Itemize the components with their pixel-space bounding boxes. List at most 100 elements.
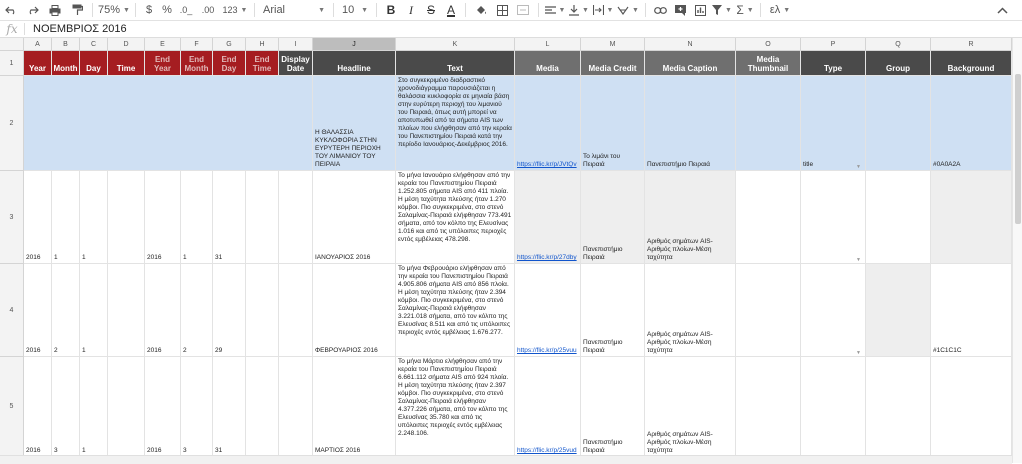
- row2-media-caption[interactable]: Πανεπιστήμιο Πειραιά: [645, 76, 736, 171]
- header-type[interactable]: Type: [801, 51, 866, 76]
- row5-text[interactable]: Το μήνα Μάρτιο ελήφθησαν από την κεραία …: [396, 357, 515, 457]
- header-end-time[interactable]: End Time: [246, 51, 279, 76]
- column-header-r[interactable]: R: [931, 38, 1012, 51]
- row5-day[interactable]: 1: [80, 357, 108, 457]
- paint-format-icon[interactable]: [66, 0, 88, 20]
- row3-end-year[interactable]: 2016: [145, 171, 181, 264]
- comment-icon[interactable]: [670, 0, 690, 20]
- row4-time[interactable]: [108, 264, 145, 357]
- row5-headline[interactable]: ΜΑΡΤΙΟΣ 2016: [313, 357, 396, 457]
- media-link[interactable]: https://flic.kr/p/25vuu: [517, 347, 577, 355]
- strikethrough-button[interactable]: S: [421, 0, 441, 20]
- currency-format-button[interactable]: $: [140, 0, 158, 20]
- column-header-h[interactable]: H: [246, 38, 279, 51]
- header-day[interactable]: Day: [80, 51, 108, 76]
- row5-end-year[interactable]: 2016: [145, 357, 181, 457]
- row2-empty-cells[interactable]: [24, 76, 313, 171]
- row4-text[interactable]: Το μήνα Φεβρουάριο ελήφθησαν από την κερ…: [396, 264, 515, 357]
- row3-media-credit[interactable]: Πανεπιστήμιο Πειραιά: [581, 171, 645, 264]
- row2-type[interactable]: title: [801, 76, 866, 171]
- filter-icon[interactable]: ▼: [710, 0, 734, 20]
- header-media-thumbnail[interactable]: Media Thumbnail: [736, 51, 801, 76]
- row3-group[interactable]: [866, 171, 931, 264]
- row-header-5[interactable]: 5: [0, 357, 24, 457]
- row3-end-month[interactable]: 1: [181, 171, 213, 264]
- row2-media-thumbnail[interactable]: [736, 76, 801, 171]
- row2-media-link[interactable]: https://flic.kr/p/JVtQv: [515, 76, 581, 171]
- link-icon[interactable]: [650, 0, 670, 20]
- row3-time[interactable]: [108, 171, 145, 264]
- row3-day[interactable]: 1: [80, 171, 108, 264]
- undo-icon[interactable]: [0, 0, 22, 20]
- fill-color-icon[interactable]: [470, 0, 492, 20]
- font-size-select[interactable]: 10 ▼: [338, 0, 372, 20]
- select-all-corner[interactable]: [0, 38, 24, 51]
- row2-group[interactable]: [866, 76, 931, 171]
- row5-end-time[interactable]: [246, 357, 279, 457]
- header-end-year[interactable]: End Year: [145, 51, 181, 76]
- row5-month[interactable]: 3: [52, 357, 80, 457]
- column-header-i[interactable]: I: [279, 38, 313, 51]
- dropdown-arrow-icon[interactable]: ▼: [856, 350, 861, 356]
- row5-media-caption[interactable]: Αριθμός σημάτων AIS-Αριθμός πλοίων-Μέση …: [645, 357, 736, 457]
- more-formats-select[interactable]: 123 ▼: [220, 0, 250, 20]
- row5-group[interactable]: [866, 357, 931, 457]
- row2-background[interactable]: #0A0A2A: [931, 76, 1012, 171]
- row4-end-day[interactable]: 29: [213, 264, 246, 357]
- row3-month[interactable]: 1: [52, 171, 80, 264]
- redo-icon[interactable]: [22, 0, 44, 20]
- row-header-2[interactable]: 2: [0, 76, 24, 171]
- decrease-decimal-button[interactable]: .0_: [176, 0, 196, 20]
- column-header-q[interactable]: Q: [866, 38, 931, 51]
- row2-media-credit[interactable]: Το λιμάνι του Πειραιά: [581, 76, 645, 171]
- header-media-caption[interactable]: Media Caption: [645, 51, 736, 76]
- dropdown-arrow-icon[interactable]: ▼: [856, 257, 861, 263]
- functions-button[interactable]: Σ ▼: [734, 0, 756, 20]
- horizontal-align-icon[interactable]: ▼: [543, 0, 567, 20]
- text-color-button[interactable]: A: [441, 0, 461, 20]
- column-header-j[interactable]: J: [313, 38, 396, 51]
- merge-cells-icon[interactable]: [512, 0, 534, 20]
- row5-year[interactable]: 2016: [24, 357, 52, 457]
- header-headline[interactable]: Headline: [313, 51, 396, 76]
- column-header-e[interactable]: E: [145, 38, 181, 51]
- row5-media-link[interactable]: https://flic.kr/p/25vud: [515, 357, 581, 457]
- column-header-l[interactable]: L: [515, 38, 581, 51]
- column-header-d[interactable]: D: [108, 38, 145, 51]
- row2-text[interactable]: Στο συγκεκριμένο διαδραστικό χρονοδιάγρα…: [396, 76, 515, 171]
- row4-end-year[interactable]: 2016: [145, 264, 181, 357]
- row5-time[interactable]: [108, 357, 145, 457]
- row4-end-month[interactable]: 2: [181, 264, 213, 357]
- header-group[interactable]: Group: [866, 51, 931, 76]
- row3-type[interactable]: [801, 171, 866, 264]
- row4-media-caption[interactable]: Αριθμός σημάτων AIS-Αριθμός πλοίων-Μέση …: [645, 264, 736, 357]
- column-header-b[interactable]: B: [52, 38, 80, 51]
- italic-button[interactable]: I: [401, 0, 421, 20]
- chart-icon[interactable]: [690, 0, 710, 20]
- column-header-k[interactable]: K: [396, 38, 515, 51]
- row5-display-date[interactable]: [279, 357, 313, 457]
- media-link[interactable]: https://flic.kr/p/27dby: [517, 254, 577, 262]
- header-end-month[interactable]: End Month: [181, 51, 213, 76]
- row4-year[interactable]: 2016: [24, 264, 52, 357]
- column-header-a[interactable]: A: [24, 38, 52, 51]
- row4-headline[interactable]: ΦΕΒΡΟΥΑΡΙΟΣ 2016: [313, 264, 396, 357]
- row5-background[interactable]: [931, 357, 1012, 457]
- header-media-credit[interactable]: Media Credit: [581, 51, 645, 76]
- row3-end-day[interactable]: 31: [213, 171, 246, 264]
- zoom-select[interactable]: 75% ▼: [97, 0, 131, 20]
- header-display-date[interactable]: Display Date: [279, 51, 313, 76]
- row5-media-thumbnail[interactable]: [736, 357, 801, 457]
- media-link[interactable]: https://flic.kr/p/25vud: [517, 447, 577, 455]
- row-header-3[interactable]: 3: [0, 171, 24, 264]
- header-month[interactable]: Month: [52, 51, 80, 76]
- header-end-day[interactable]: End Day: [213, 51, 246, 76]
- text-rotation-icon[interactable]: ▼: [615, 0, 641, 20]
- row3-media-link[interactable]: https://flic.kr/p/27dby: [515, 171, 581, 264]
- vertical-align-icon[interactable]: ▼: [567, 0, 591, 20]
- row-header-1[interactable]: 1: [0, 51, 24, 76]
- spreadsheet-grid[interactable]: A B C D E F G H I J K L M N O P Q R 1 2 …: [0, 38, 1012, 463]
- percent-format-button[interactable]: %: [158, 0, 176, 20]
- header-background[interactable]: Background: [931, 51, 1012, 76]
- row3-headline[interactable]: ΙΑΝΟΥΑΡΙΟΣ 2016: [313, 171, 396, 264]
